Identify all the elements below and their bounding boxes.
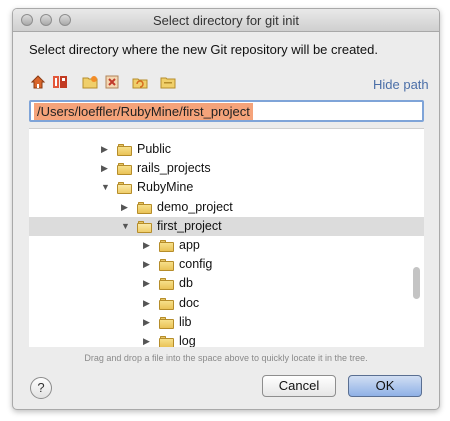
tree-row[interactable]: ▼ RubyMine	[29, 178, 424, 197]
collapsed-arrow-icon[interactable]: ▶	[143, 316, 153, 328]
refresh-icon[interactable]	[131, 73, 149, 91]
collapsed-arrow-icon[interactable]: ▶	[143, 239, 153, 251]
open-folder-icon	[117, 182, 133, 195]
expanded-arrow-icon[interactable]: ▼	[121, 220, 131, 232]
folder-icon	[159, 297, 175, 310]
expanded-arrow-icon[interactable]: ▼	[101, 181, 111, 193]
folder-icon	[159, 240, 175, 252]
drag-drop-hint: Drag and drop a file into the space abov…	[84, 353, 368, 363]
tree-row[interactable]: ▶ db	[29, 274, 424, 293]
tree-row[interactable]: ▼ first_project	[29, 216, 424, 236]
dialog-prompt: Select directory where the new Git repos…	[29, 42, 378, 57]
collapsed-arrow-icon[interactable]: ▶	[101, 162, 111, 174]
collapsed-arrow-icon[interactable]: ▶	[143, 335, 153, 347]
tree-row-label: RubyMine	[137, 180, 194, 195]
tree-row-label: app	[179, 238, 200, 252]
title-bar: Select directory for git init	[13, 9, 439, 32]
hide-path-link[interactable]: Hide path	[373, 77, 429, 92]
folder-icon	[159, 316, 175, 329]
tree-row-label: log	[179, 334, 196, 347]
folder-icon	[117, 163, 133, 176]
tree-row-label: Public	[137, 142, 172, 156]
new-folder-icon[interactable]	[81, 73, 99, 91]
git-init-dialog: Select directory for git init Select dir…	[12, 8, 440, 410]
tree-row[interactable]: ▶ rails_projects	[29, 159, 424, 178]
folder-icon	[159, 278, 175, 291]
dialog-title: Select directory for git init	[153, 13, 299, 28]
tree-row[interactable]: ▶ doc	[29, 294, 424, 313]
folder-icon	[159, 259, 175, 272]
tree-scrollbar[interactable]	[413, 267, 420, 299]
tree-row[interactable]: ▶ demo_project	[29, 198, 424, 217]
folder-icon	[137, 201, 153, 214]
home-icon[interactable]	[29, 73, 47, 91]
collapsed-arrow-icon[interactable]: ▶	[143, 258, 153, 270]
ok-button[interactable]: OK	[348, 375, 422, 397]
tree-row[interactable]: ▶ lib	[29, 313, 424, 332]
tree-row[interactable]: ▶ config	[29, 255, 424, 274]
tree-row[interactable]: ▶ app	[29, 236, 424, 255]
path-value: /Users/loeffler/RubyMine/first_project	[34, 103, 253, 120]
collapsed-arrow-icon[interactable]: ▶	[121, 201, 131, 213]
collapsed-arrow-icon[interactable]: ▶	[101, 143, 111, 155]
cancel-button[interactable]: Cancel	[262, 375, 336, 397]
collapsed-arrow-icon[interactable]: ▶	[143, 277, 153, 289]
tree-row-label: demo_project	[157, 199, 233, 214]
tree-row-label: first_project	[157, 218, 222, 233]
folder-icon	[117, 144, 133, 156]
directory-tree[interactable]: ▶ Public ▶ rails_projects ▼ RubyMine ▶ demo_pro…	[29, 128, 424, 347]
open-folder-icon	[137, 220, 153, 233]
tree-row[interactable]: ▶ log	[29, 332, 424, 347]
tree-row-label: lib	[179, 314, 192, 329]
help-button[interactable]: ?	[30, 377, 52, 399]
folder-icon	[159, 336, 175, 347]
tree-row-label: doc	[179, 295, 200, 310]
delete-icon[interactable]	[103, 73, 121, 91]
tree-row-label: db	[179, 276, 193, 291]
show-hidden-icon[interactable]	[159, 73, 177, 91]
tree-row[interactable]: ▶ Public	[29, 140, 424, 159]
tree-row-label: rails_projects	[137, 161, 211, 176]
collapsed-arrow-icon[interactable]: ▶	[143, 297, 153, 309]
ruby-project-icon[interactable]	[51, 73, 69, 91]
path-input[interactable]: /Users/loeffler/RubyMine/first_project	[29, 100, 424, 122]
tree-row-label: config	[179, 257, 213, 272]
